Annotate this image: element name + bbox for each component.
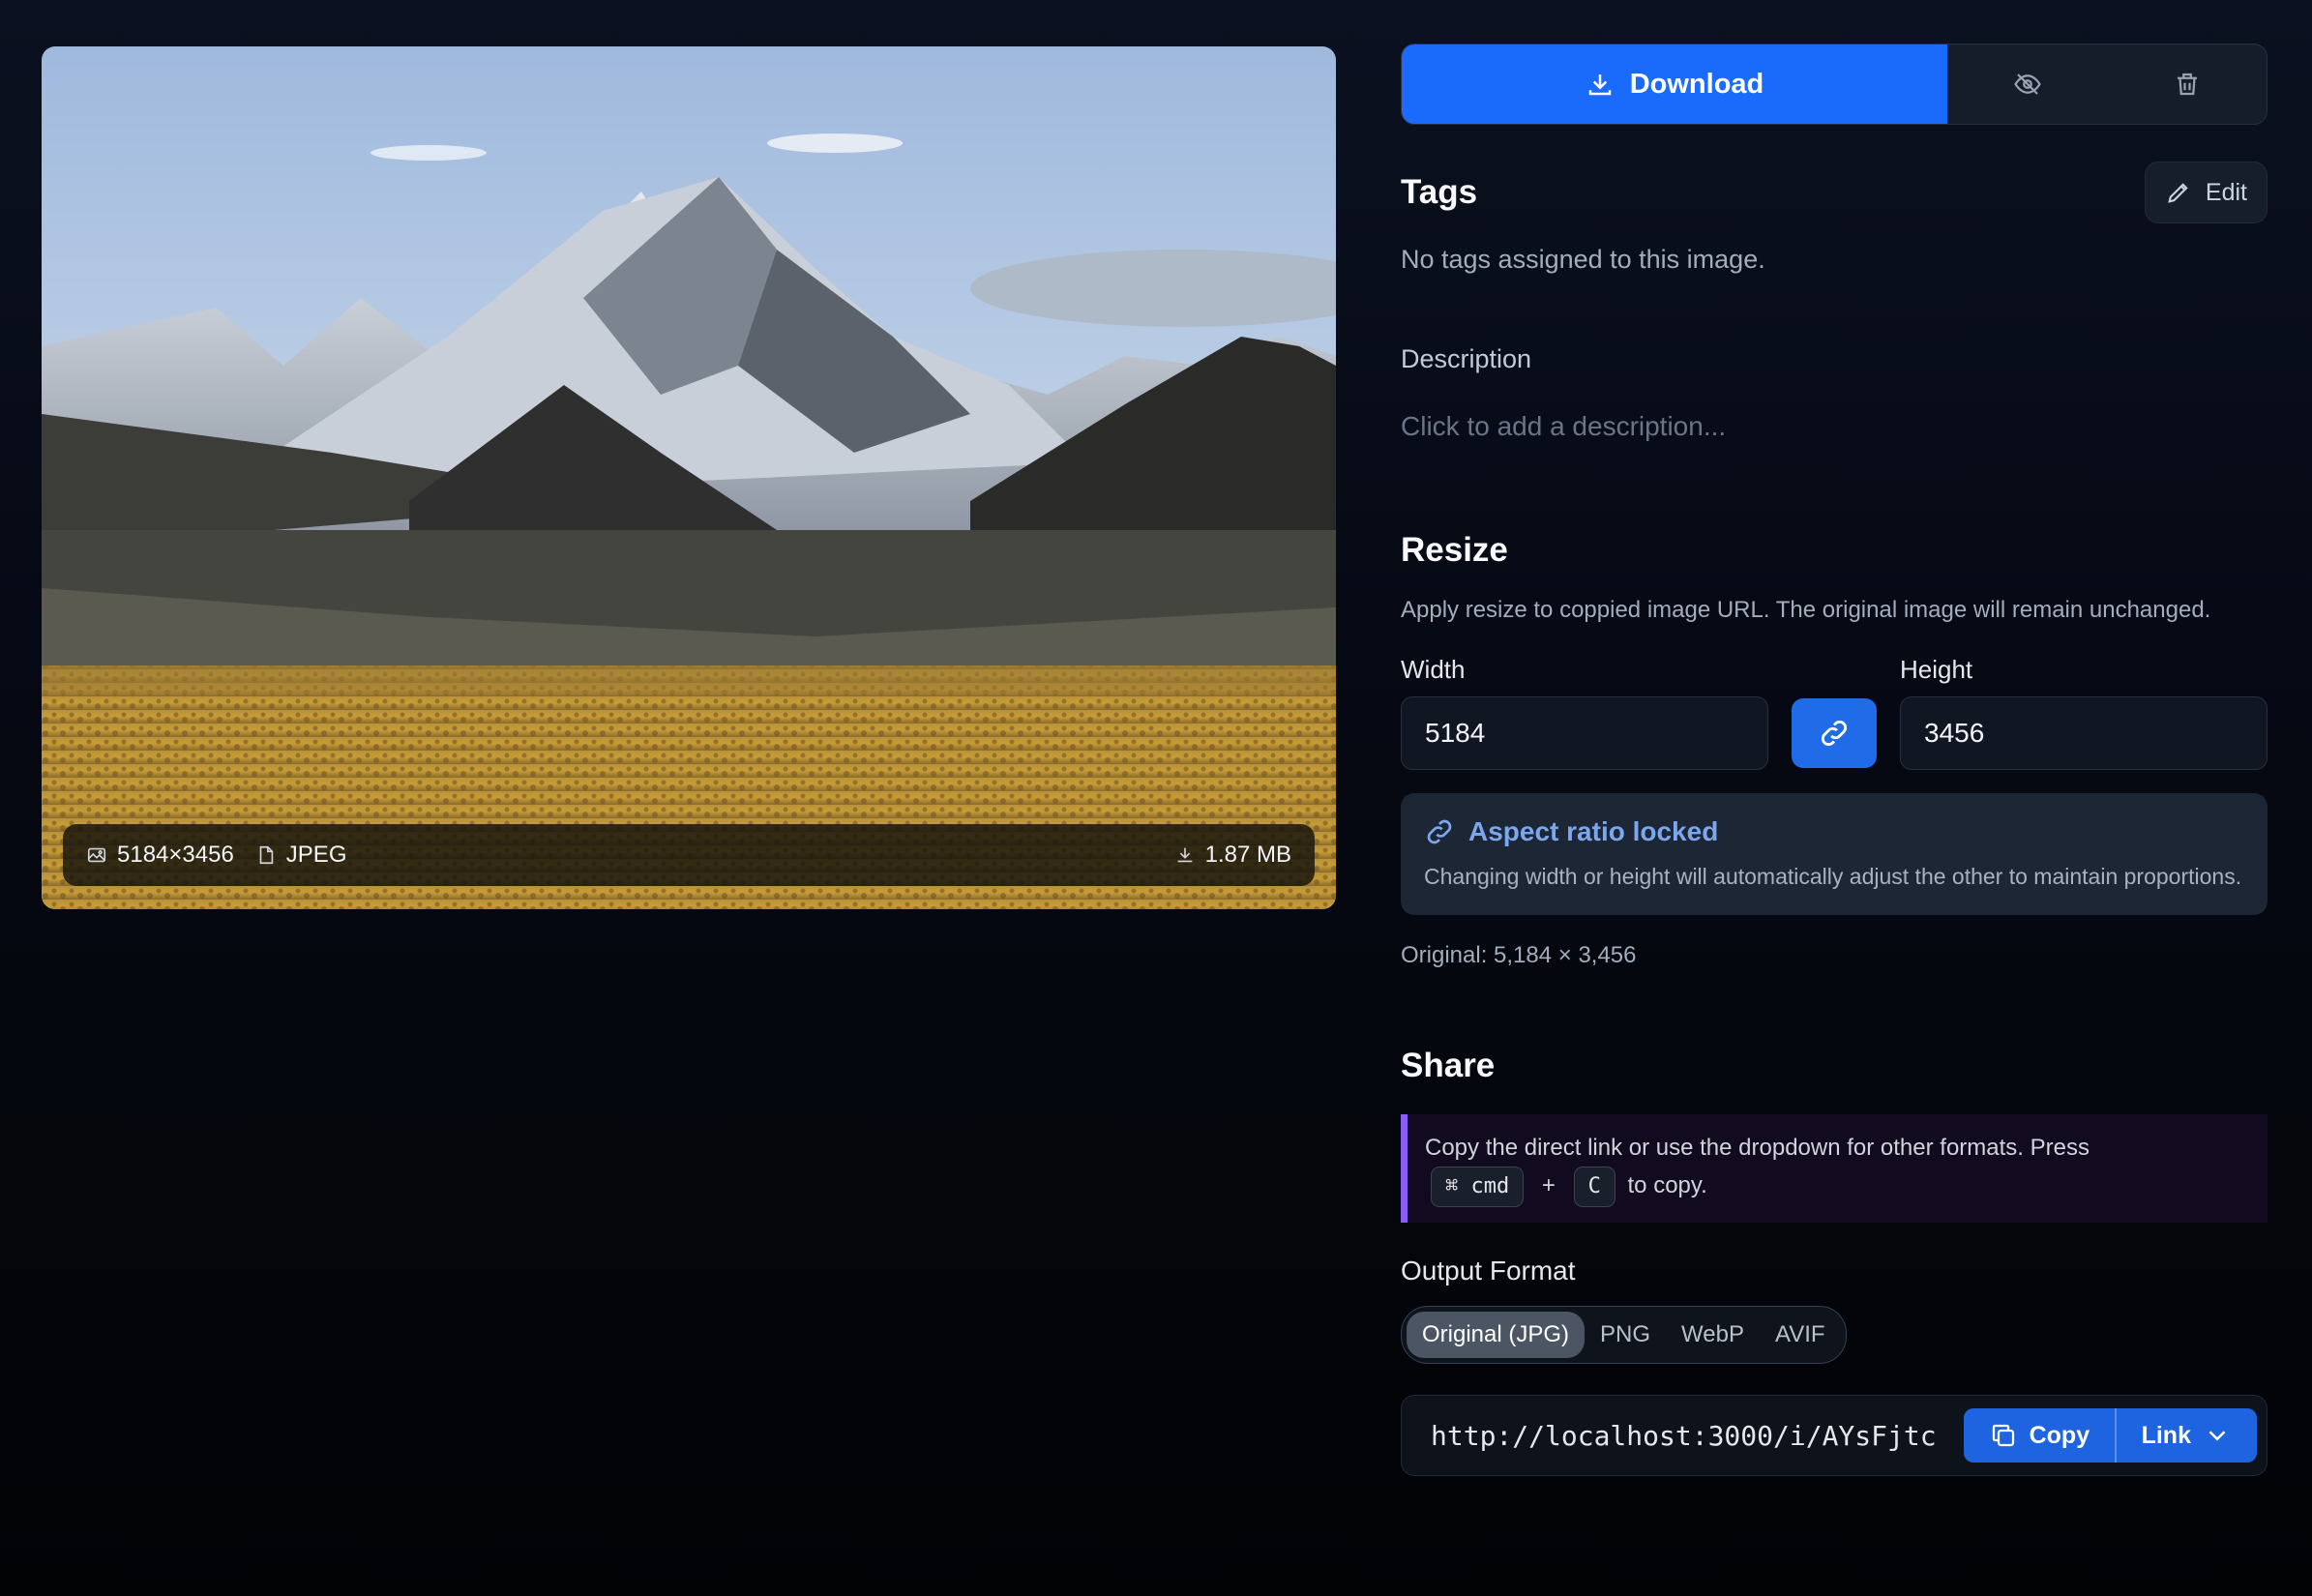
share-url-field[interactable]: http://localhost:3000/i/AYsFjtc (1431, 1420, 1964, 1452)
width-label: Width (1401, 655, 1466, 684)
no-tags-text: No tags assigned to this image. (1401, 245, 1765, 274)
share-hint-text: Copy the direct link or use the dropdown… (1425, 1135, 2090, 1161)
format-selector: Original (JPG) PNG WebP AVIF (1401, 1306, 1847, 1364)
copy-button-group: Copy Link (1963, 1408, 2257, 1463)
format-option-avif[interactable]: AVIF (1760, 1312, 1841, 1358)
file-icon (259, 845, 274, 865)
height-input[interactable]: 3456 (1900, 696, 2268, 770)
edit-label: Edit (2205, 178, 2247, 206)
image-preview[interactable]: 5184×3456 JPEG 1.87 MB (42, 46, 1336, 909)
delete-button[interactable] (2107, 44, 2267, 124)
format-option-png[interactable]: PNG (1585, 1312, 1666, 1358)
link-icon (1427, 819, 1452, 844)
aspect-lock-button[interactable] (1792, 698, 1877, 768)
width-group: Width 5184 (1401, 655, 1768, 770)
format-option-original[interactable]: Original (JPG) (1407, 1312, 1586, 1358)
width-input[interactable]: 5184 (1401, 696, 1768, 770)
action-row: Download (1401, 44, 2268, 125)
details-panel: Download Tags Edit No tags assigned to t… (1401, 44, 2268, 1476)
resize-inputs: Width 5184 Height 3456 (1401, 655, 2268, 770)
image-meta-bar: 5184×3456 JPEG 1.87 MB (63, 824, 1315, 886)
share-title: Share (1401, 1047, 1496, 1084)
image-icon (87, 847, 106, 863)
mountain-photo (42, 46, 1336, 909)
tags-title: Tags (1401, 173, 1478, 211)
resize-title: Resize (1401, 531, 1508, 569)
copy-button[interactable]: Copy (1964, 1408, 2116, 1463)
chevron-down-icon (2208, 1431, 2226, 1441)
format-item: JPEG (255, 842, 347, 869)
format-text: JPEG (285, 842, 347, 868)
tags-header: Tags Edit (1401, 162, 2268, 223)
description-field[interactable]: Click to add a description... (1401, 411, 2268, 442)
dimensions-text: 5184×3456 (117, 842, 234, 868)
format-option-webp[interactable]: WebP (1666, 1312, 1760, 1358)
size-item: 1.87 MB (1174, 842, 1291, 869)
aspect-lock-info: Aspect ratio locked Changing width or he… (1401, 793, 2268, 915)
eye-off-icon (2013, 74, 2041, 95)
copy-icon (1992, 1424, 2014, 1447)
copy-label: Copy (2029, 1421, 2090, 1449)
cmd-key: ⌘ cmd (1431, 1167, 1525, 1207)
link-label: Link (2141, 1421, 2191, 1449)
plus-sign: + (1541, 1172, 1556, 1198)
download-button[interactable]: Download (1402, 44, 1947, 124)
file-size-text: 1.87 MB (1204, 842, 1291, 868)
link-format-dropdown[interactable]: Link (2117, 1408, 2257, 1463)
edit-tags-button[interactable]: Edit (2144, 162, 2268, 223)
output-format-label: Output Format (1401, 1256, 1576, 1286)
hide-button[interactable] (1947, 44, 2107, 124)
trash-icon (2177, 73, 2197, 96)
height-label: Height (1900, 655, 1973, 684)
pencil-icon (2168, 183, 2188, 203)
share-hint-after: to copy. (1627, 1172, 1707, 1198)
height-group: Height 3456 (1900, 655, 2268, 770)
download-label: Download (1629, 68, 1764, 100)
description-label: Description (1401, 344, 1532, 373)
resize-subtitle: Apply resize to coppied image URL. The o… (1401, 597, 2211, 623)
download-small-icon (1177, 847, 1192, 863)
c-key: C (1573, 1167, 1615, 1207)
aspect-lock-title: Aspect ratio locked (1424, 816, 2244, 847)
dimensions-item: 5184×3456 (86, 842, 234, 869)
original-size-text: Original: 5,184 × 3,456 (1401, 942, 1637, 968)
link-icon (1821, 720, 1848, 747)
aspect-lock-title-text: Aspect ratio locked (1468, 816, 1719, 846)
share-url-row: http://localhost:3000/i/AYsFjtc Copy Lin… (1401, 1395, 2268, 1476)
download-icon (1588, 74, 1611, 96)
share-hint: Copy the direct link or use the dropdown… (1401, 1114, 2268, 1223)
aspect-lock-text: Changing width or height will automatica… (1424, 864, 2242, 889)
